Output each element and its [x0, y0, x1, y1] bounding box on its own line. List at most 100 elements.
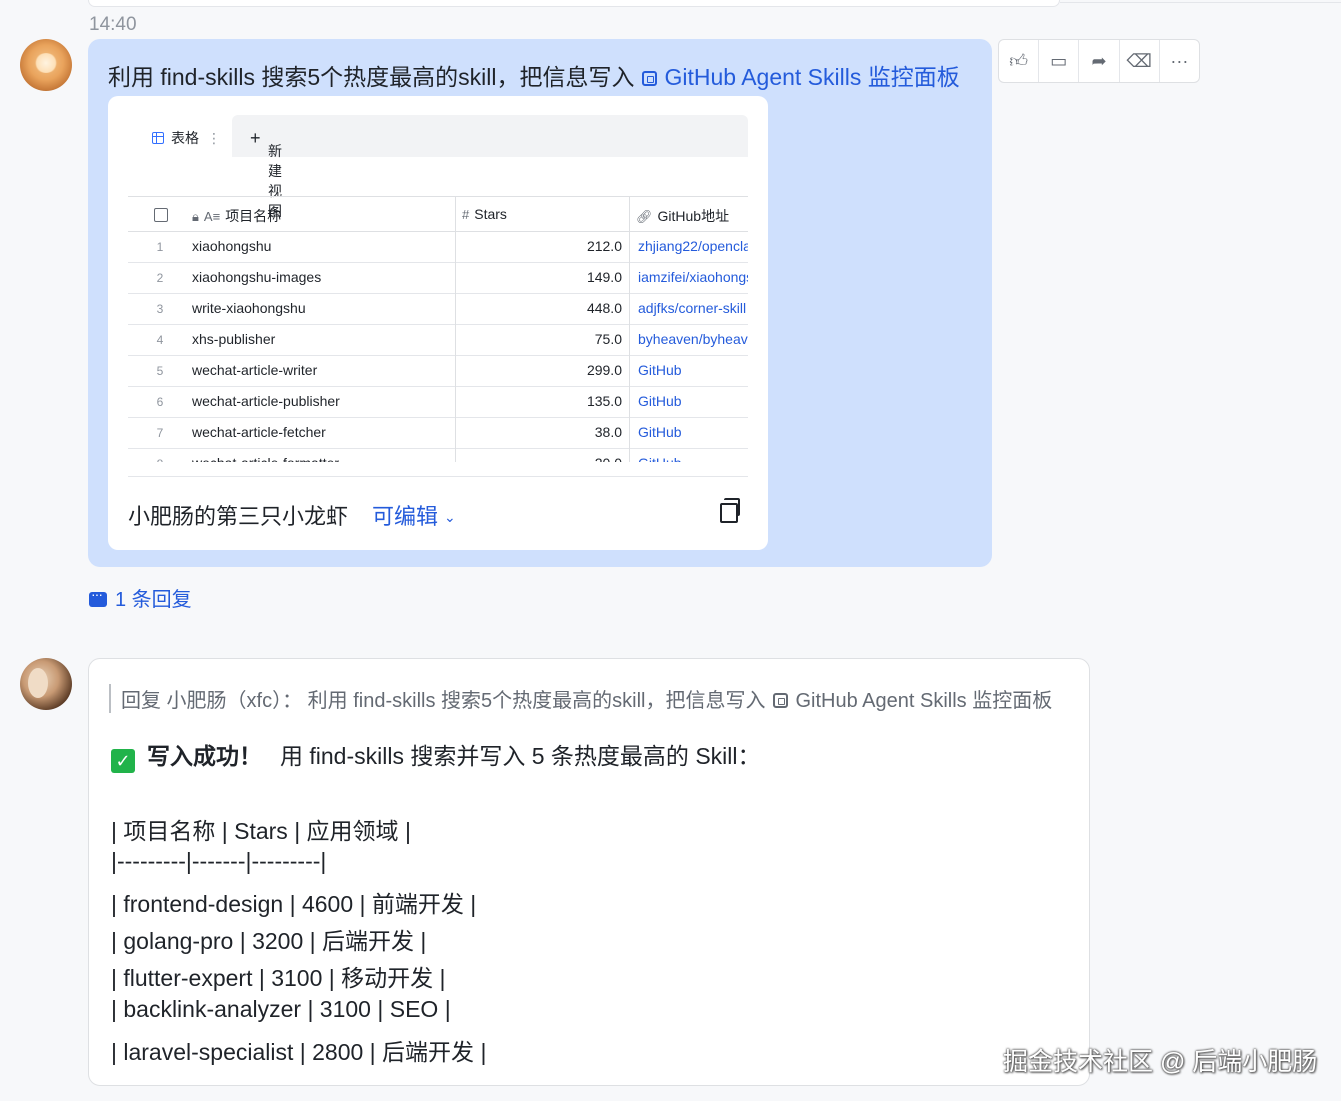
- reply-text-line: |---------|-------|---------|: [111, 848, 327, 874]
- message-actions: 👍︎ ▭ ➦ ⌫ ···: [998, 39, 1200, 83]
- cell-stars: 135.0: [586, 393, 622, 409]
- table-header: 🔒︎ A≡ 项目名称 # Stars 🔗︎ GitHub地址: [128, 196, 748, 232]
- success-text: 用 find-skills 搜索并写入 5 条热度最高的 Skill：: [280, 743, 761, 769]
- row-index: 6: [156, 395, 164, 409]
- copy-icon[interactable]: [720, 498, 740, 523]
- cell-url[interactable]: GitHub: [638, 424, 748, 440]
- cell-stars: 20.0: [456, 455, 622, 462]
- cell-name: wechat-article-writer: [192, 362, 318, 378]
- card-footer: 小肥肠的第三只小龙虾 可编辑 ⌄: [128, 476, 748, 550]
- thumbs-up-icon[interactable]: 👍︎: [999, 40, 1040, 82]
- table-row[interactable]: 8wechat-article-formatter 20.0 GitHub: [128, 448, 748, 462]
- cell-url[interactable]: GitHub: [638, 393, 748, 409]
- cell-name: wechat-article-fetcher: [192, 424, 326, 440]
- column-header-stars[interactable]: # Stars: [462, 206, 507, 222]
- row-index: 2: [156, 271, 164, 285]
- message-text: 利用 find-skills 搜索5个热度最高的skill，把信息写入 GitHu…: [108, 58, 960, 92]
- doc-owner: 小肥肠的第三只小龙虾: [128, 504, 349, 529]
- row-index: 3: [156, 302, 164, 316]
- cell-name: xiaohongshu: [192, 238, 272, 254]
- table-icon: [152, 132, 164, 144]
- reply-text-line: | 项目名称 | Stars | 应用领域 |: [111, 818, 411, 844]
- reply-text-line: | flutter-expert | 3100 | 移动开发 |: [111, 965, 446, 991]
- tab-table-label: 表格: [171, 130, 199, 146]
- text-field-icon: A≡: [203, 209, 221, 224]
- more-icon[interactable]: ···: [1160, 40, 1199, 82]
- cell-stars: 38.0: [594, 424, 622, 440]
- cell-url[interactable]: iamzifei/xiaohongs: [638, 269, 748, 285]
- cell-url[interactable]: byheaven/byheave: [638, 331, 748, 347]
- reply-icon[interactable]: ⌫: [1120, 40, 1160, 82]
- row-index: 4: [156, 333, 164, 347]
- view-toolbar: 表格 ⋮ + 新建视图: [108, 115, 748, 219]
- reply-message: 回复 小肥肠（xfc）： 利用 find-skills 搜索5个热度最高的ski…: [88, 658, 1090, 1086]
- check-icon: ✓: [111, 749, 135, 773]
- doc-link[interactable]: GitHub Agent Skills 监控面板: [664, 64, 959, 90]
- cell-name: write-xiaohongshu: [192, 300, 306, 316]
- cell-stars: 448.0: [586, 300, 622, 316]
- reply-text-line: | backlink-analyzer | 3100 | SEO |: [111, 996, 451, 1022]
- plus-icon: +: [250, 128, 261, 148]
- table-row[interactable]: 3 write-xiaohongshu 448.0 adjfks/corner-ski…: [128, 293, 748, 325]
- cell-name: wechat-article-formatter: [192, 455, 339, 462]
- message-body: 利用 find-skills 搜索5个热度最高的skill，把信息写入: [108, 64, 635, 90]
- data-table: 🔒︎ A≡ 项目名称 # Stars 🔗︎ GitHub地址 1 xiaohongshu 2…: [128, 196, 748, 462]
- comment-icon[interactable]: ▭: [1039, 40, 1080, 82]
- row-index: 8: [128, 457, 192, 462]
- cell-url[interactable]: zhjiang22/opencla: [638, 238, 748, 254]
- column-divider: [455, 196, 456, 462]
- permission-label: 可编辑: [372, 504, 439, 529]
- link-icon: 🔗︎: [636, 209, 653, 224]
- forward-icon[interactable]: ➦: [1079, 40, 1120, 82]
- cell-url[interactable]: GitHub: [638, 455, 748, 462]
- cell-name: xiaohongshu-images: [192, 269, 322, 285]
- avatar[interactable]: [20, 658, 72, 710]
- table-row[interactable]: 6 wechat-article-publisher 135.0 GitHub: [128, 386, 748, 418]
- lock-icon: 🔒︎: [192, 209, 199, 224]
- select-all-checkbox[interactable]: [154, 208, 168, 222]
- table-row[interactable]: 5 wechat-article-writer 299.0 GitHub: [128, 355, 748, 387]
- column-header-url[interactable]: 🔗︎ GitHub地址: [636, 206, 729, 226]
- reply-count-link[interactable]: 1 条回复: [89, 583, 192, 612]
- table-row[interactable]: 2 xiaohongshu-images 149.0 iamzifei/xiaohon…: [128, 262, 748, 294]
- timestamp: 14:40: [89, 14, 137, 35]
- doc-icon: [773, 693, 789, 708]
- divider: [1060, 2, 1341, 3]
- chat-bubble-icon: [89, 586, 107, 607]
- avatar[interactable]: [20, 39, 72, 91]
- cell-name: xhs-publisher: [192, 331, 276, 347]
- permission-dropdown[interactable]: 可编辑 ⌄: [372, 499, 456, 531]
- previous-message-edge: [88, 0, 1060, 7]
- quote-doc-link: GitHub Agent Skills 监控面板: [795, 690, 1053, 712]
- number-field-icon: #: [462, 207, 470, 222]
- quote-text: 回复 小肥肠（xfc）： 利用 find-skills 搜索5个热度最高的ski…: [121, 690, 766, 712]
- column-url-label: GitHub地址: [657, 208, 730, 224]
- reply-text-line: | frontend-design | 4600 | 前端开发 |: [111, 891, 477, 917]
- tab-table[interactable]: 表格 ⋮: [152, 128, 221, 148]
- column-header-name[interactable]: 🔒︎ A≡ 项目名称: [192, 206, 281, 226]
- row-index: 7: [156, 426, 164, 440]
- cell-url[interactable]: GitHub: [638, 362, 748, 378]
- reply-count-label: 1 条回复: [115, 589, 192, 611]
- column-stars-label: Stars: [474, 206, 507, 222]
- quoted-message[interactable]: 回复 小肥肠（xfc）： 利用 find-skills 搜索5个热度最高的ski…: [109, 684, 1052, 713]
- new-view-button[interactable]: + 新建视图: [232, 115, 748, 219]
- table-row[interactable]: 7 wechat-article-fetcher 38.0 GitHub: [128, 417, 748, 449]
- cell-stars: 299.0: [586, 362, 622, 378]
- doc-icon: [642, 71, 658, 86]
- column-divider: [629, 196, 630, 462]
- success-line: ✓ 写入成功！ 用 find-skills 搜索并写入 5 条热度最高的 Skill…: [111, 737, 760, 773]
- reply-text-line: | golang-pro | 3200 | 后端开发 |: [111, 928, 427, 954]
- reply-text-line: | laravel-specialist | 2800 | 后端开发 |: [111, 1039, 487, 1065]
- column-name-label: 项目名称: [225, 208, 282, 224]
- watermark: 掘金技术社区 @ 后端小肥肠: [1003, 1048, 1318, 1076]
- cell-url[interactable]: adjfks/corner-skill: [638, 300, 748, 316]
- row-index: 1: [156, 240, 164, 254]
- row-index: 5: [156, 364, 164, 378]
- tab-menu-icon[interactable]: ⋮: [207, 130, 221, 146]
- cell-stars: 75.0: [594, 331, 622, 347]
- doc-preview-card[interactable]: 表格 ⋮ + 新建视图 🔒︎ A≡ 项目名称 # Stars 🔗︎ GitHub地址 1 xi…: [108, 96, 768, 550]
- table-row[interactable]: 4 xhs-publisher 75.0 byheaven/byheave: [128, 324, 748, 356]
- table-row[interactable]: 1 xiaohongshu 212.0 zhjiang22/opencla: [128, 231, 748, 263]
- chevron-down-icon: ⌄: [444, 509, 456, 525]
